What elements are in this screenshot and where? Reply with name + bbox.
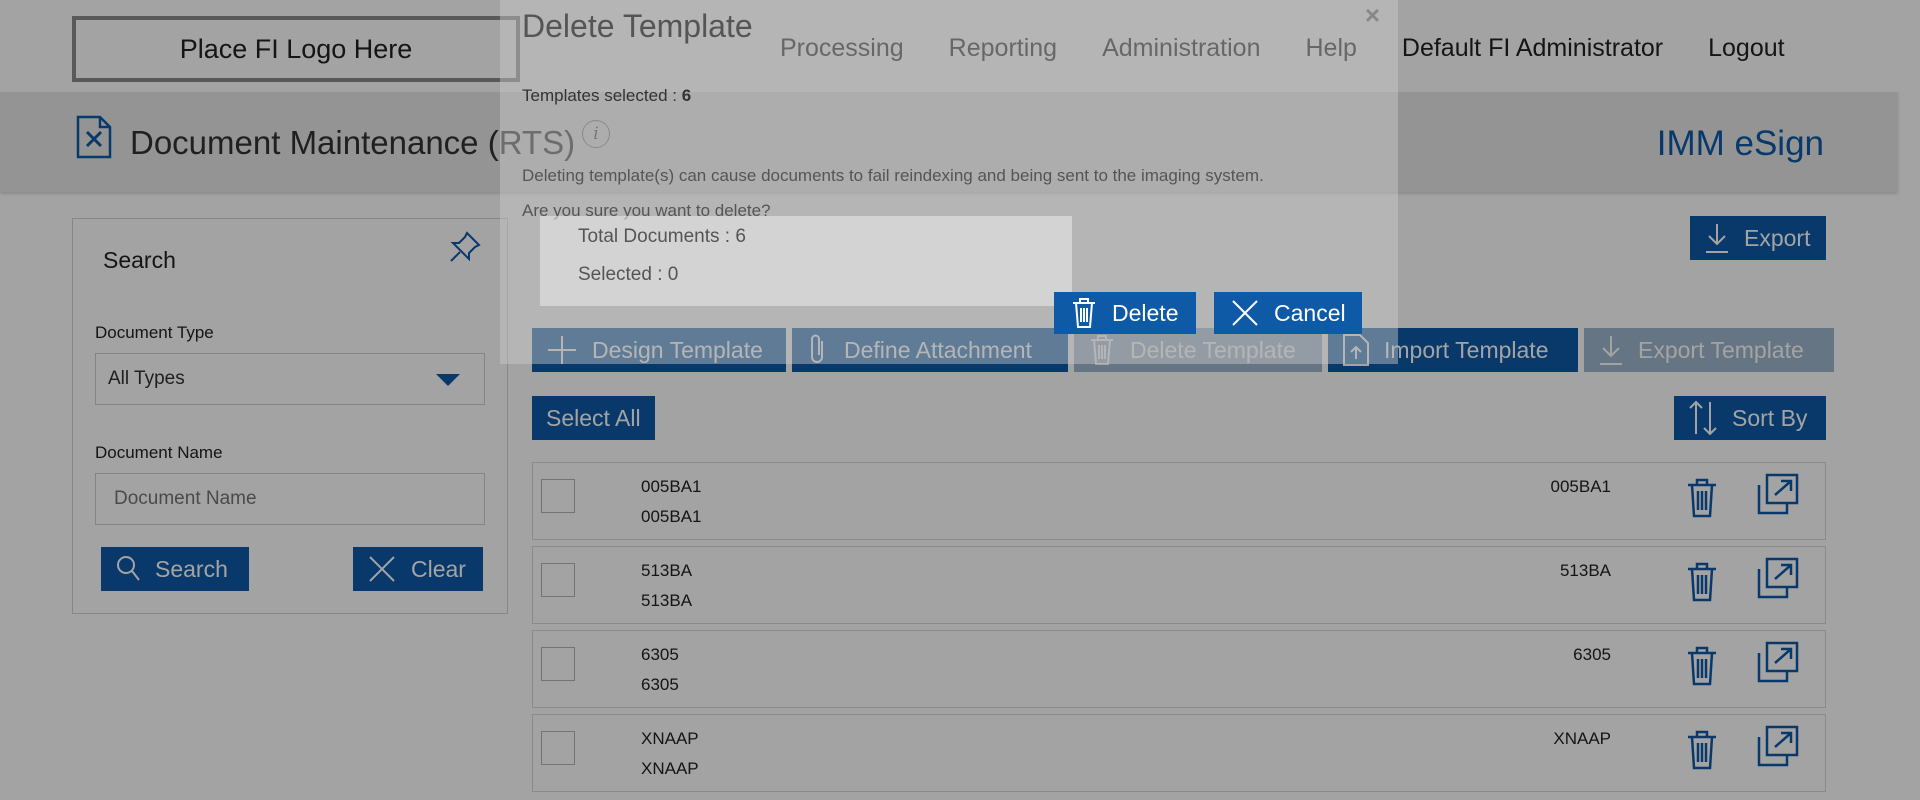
templates-selected-label: Templates selected : xyxy=(522,86,682,105)
delete-template-dialog: Delete Template × Templates selected : 6… xyxy=(500,0,1398,364)
trash-icon xyxy=(1073,298,1095,328)
templates-selected-count: 6 xyxy=(681,86,692,105)
info-icon[interactable]: i xyxy=(582,120,610,148)
cancel-button-label: Cancel xyxy=(1274,299,1346,326)
total-documents-text: Total Documents : 6 xyxy=(578,226,746,247)
selected-count-text: Selected : 0 xyxy=(578,264,679,285)
templates-selected-text: Templates selected : 6 xyxy=(522,86,691,106)
confirm-delete-label: Delete xyxy=(1112,299,1179,326)
close-icon[interactable]: × xyxy=(1365,0,1380,31)
document-stats-box: Total Documents : 6 Selected : 0 xyxy=(540,216,1072,306)
cancel-button[interactable]: Cancel xyxy=(1214,292,1362,334)
close-icon xyxy=(1232,300,1258,326)
confirm-delete-button[interactable]: Delete xyxy=(1054,292,1196,334)
dialog-title: Delete Template xyxy=(522,8,753,44)
delete-warning-text: Deleting template(s) can cause documents… xyxy=(522,166,1264,185)
